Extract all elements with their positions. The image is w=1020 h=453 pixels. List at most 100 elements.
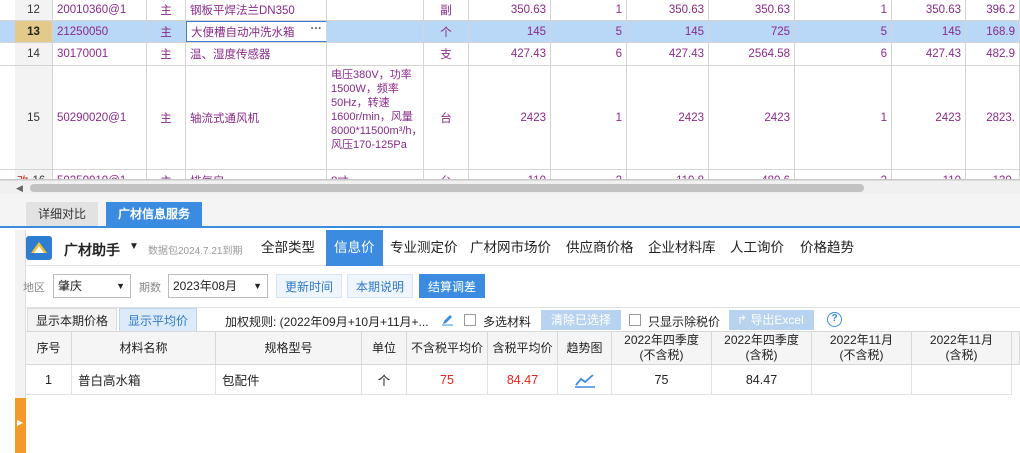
name-cell[interactable]: 温、湿度传感器: [186, 43, 327, 65]
value-cell[interactable]: 396.2: [966, 0, 1020, 20]
value-cell[interactable]: 145: [892, 21, 966, 42]
period-select[interactable]: 2023年08月 ▼: [168, 274, 268, 298]
help-icon[interactable]: ?: [827, 312, 842, 327]
show-average-price-button[interactable]: 显示平均价: [119, 308, 198, 332]
col-header-q4-ex[interactable]: 2022年四季度 (不含税): [612, 331, 712, 365]
col-header-spec[interactable]: 规格型号: [216, 331, 362, 365]
unit-cell[interactable]: 支: [424, 43, 469, 65]
name-cell[interactable]: 钢板平焊法兰DN350: [186, 0, 327, 20]
table-row[interactable]: 15 50290020@1 主 轴流式通风机 电压380V，功率1500W，频率…: [0, 66, 1020, 170]
scroll-left-icon[interactable]: ◀: [16, 181, 23, 195]
col-header-nov-ex[interactable]: 2022年11月 (不含税): [812, 331, 912, 365]
value-cell[interactable]: 130.: [966, 170, 1020, 179]
tax-excl-checkbox[interactable]: [629, 314, 641, 326]
tab-material-info-service[interactable]: 广材信息服务: [106, 202, 203, 226]
region-select[interactable]: 肇庆 ▼: [53, 274, 131, 298]
qty-cell[interactable]: 2: [551, 170, 627, 179]
value-cell[interactable]: 1: [795, 66, 892, 169]
value-cell[interactable]: 350.63: [892, 0, 966, 20]
type-cell[interactable]: 主: [147, 170, 186, 179]
clear-selected-button[interactable]: 清除已选择: [541, 310, 622, 330]
spec-cell[interactable]: [327, 43, 424, 65]
name-cell[interactable]: 排气扇: [186, 170, 327, 179]
scrollbar-thumb[interactable]: [30, 184, 864, 192]
col-header-q4-in[interactable]: 2022年四季度 (含税): [712, 331, 812, 365]
tab-enterprise-library[interactable]: 企业材料库: [645, 230, 719, 266]
brand-name[interactable]: 广材助手: [64, 240, 120, 260]
value-cell[interactable]: 2823.: [966, 66, 1020, 169]
update-time-button[interactable]: 更新时间: [276, 274, 343, 298]
cell-q4-ex[interactable]: 75: [612, 365, 712, 395]
settle-button[interactable]: 结算调差: [419, 274, 486, 298]
unit-cell[interactable]: 台: [424, 170, 469, 179]
cell-nov-ex[interactable]: [812, 365, 912, 395]
value-cell[interactable]: 482.9: [966, 43, 1020, 65]
horizontal-scrollbar[interactable]: ◀: [0, 180, 1020, 194]
cell-no[interactable]: 1: [26, 365, 72, 395]
show-current-price-button[interactable]: 显示本期价格: [27, 308, 118, 332]
value-cell[interactable]: 2: [795, 170, 892, 179]
table-row[interactable]: 改 16 50250010@1 主 排气扇 8寸 台 110 2 110.8 4…: [0, 170, 1020, 179]
value-cell[interactable]: 110: [892, 170, 966, 179]
col-header-no[interactable]: 序号: [26, 331, 72, 365]
col-header-trend[interactable]: 趋势图: [558, 331, 612, 365]
edit-icon[interactable]: [441, 313, 454, 326]
qty-cell[interactable]: 1: [551, 66, 627, 169]
qty-cell[interactable]: 5: [551, 21, 627, 42]
spec-cell[interactable]: 8寸: [327, 170, 424, 179]
trend-chart-icon[interactable]: [574, 372, 596, 388]
multi-select-checkbox[interactable]: [464, 314, 476, 326]
price-cell[interactable]: 350.63: [469, 0, 551, 20]
value-cell[interactable]: 145: [627, 21, 709, 42]
value-cell[interactable]: 350.63: [709, 0, 795, 20]
cell-unit[interactable]: 个: [362, 365, 407, 395]
code-cell[interactable]: 50290020@1: [53, 66, 147, 169]
type-cell[interactable]: 主: [147, 43, 186, 65]
type-cell[interactable]: 主: [147, 21, 186, 42]
tab-detail-compare[interactable]: 详细对比: [26, 202, 99, 226]
col-header-nov-in[interactable]: 2022年11月 (含税): [912, 331, 1012, 365]
value-cell[interactable]: 427.43: [627, 43, 709, 65]
value-cell[interactable]: 2423: [709, 66, 795, 169]
export-excel-button[interactable]: ↱ 导出Excel: [729, 310, 814, 330]
value-cell[interactable]: 110.8: [627, 170, 709, 179]
price-cell[interactable]: 110: [469, 170, 551, 179]
tab-price-trend[interactable]: 价格趋势: [797, 230, 857, 266]
cell-q4-in[interactable]: 84.47: [712, 365, 812, 395]
cell-spec[interactable]: 包配件: [216, 365, 362, 395]
value-cell[interactable]: 168.9: [966, 21, 1020, 42]
col-header-name[interactable]: 材料名称: [72, 331, 216, 365]
more-icon[interactable]: ···: [311, 23, 323, 35]
code-cell[interactable]: 21250050: [53, 21, 147, 42]
value-cell[interactable]: 2564.58: [709, 43, 795, 65]
value-cell[interactable]: 2423: [892, 66, 966, 169]
col-header-avg-in[interactable]: 含税平均价: [488, 331, 558, 365]
code-cell[interactable]: 30170001: [53, 43, 147, 65]
type-cell[interactable]: 主: [147, 0, 186, 20]
code-cell[interactable]: 50250010@1: [53, 170, 147, 179]
type-cell[interactable]: 主: [147, 66, 186, 169]
price-cell[interactable]: 145: [469, 21, 551, 42]
chevron-down-icon[interactable]: ▼: [129, 241, 139, 252]
col-header-avg-ex[interactable]: 不含税平均价: [407, 331, 488, 365]
unit-cell[interactable]: 副: [424, 0, 469, 20]
qty-cell[interactable]: 6: [551, 43, 627, 65]
tab-market-price[interactable]: 广材网市场价: [467, 230, 554, 266]
cell-nov-in[interactable]: [912, 365, 1012, 395]
cell-avg-ex[interactable]: 75: [407, 365, 488, 395]
tab-info-price[interactable]: 信息价: [326, 230, 383, 266]
tab-professional-price[interactable]: 专业测定价: [387, 230, 461, 266]
table-row-selected[interactable]: 13 21250050 主 大便槽自动冲洗水箱 ··· 个 145 5 145 …: [0, 21, 1020, 43]
value-cell[interactable]: 350.63: [627, 0, 709, 20]
spec-cell[interactable]: 电压380V，功率1500W，频率50Hz，转速1600r/min，风量8000…: [327, 66, 424, 169]
price-cell[interactable]: 2423: [469, 66, 551, 169]
table-row[interactable]: 14 30170001 主 温、湿度传感器 支 427.43 6 427.43 …: [0, 43, 1020, 66]
value-cell[interactable]: 1: [795, 0, 892, 20]
value-cell[interactable]: 2423: [627, 66, 709, 169]
price-cell[interactable]: 427.43: [469, 43, 551, 65]
name-cell[interactable]: 轴流式通风机: [186, 66, 327, 169]
code-cell[interactable]: 20010360@1: [53, 0, 147, 20]
cell-avg-in[interactable]: 84.47: [488, 365, 558, 395]
tab-manual-inquiry[interactable]: 人工询价: [727, 230, 787, 266]
spec-cell[interactable]: [327, 0, 424, 20]
